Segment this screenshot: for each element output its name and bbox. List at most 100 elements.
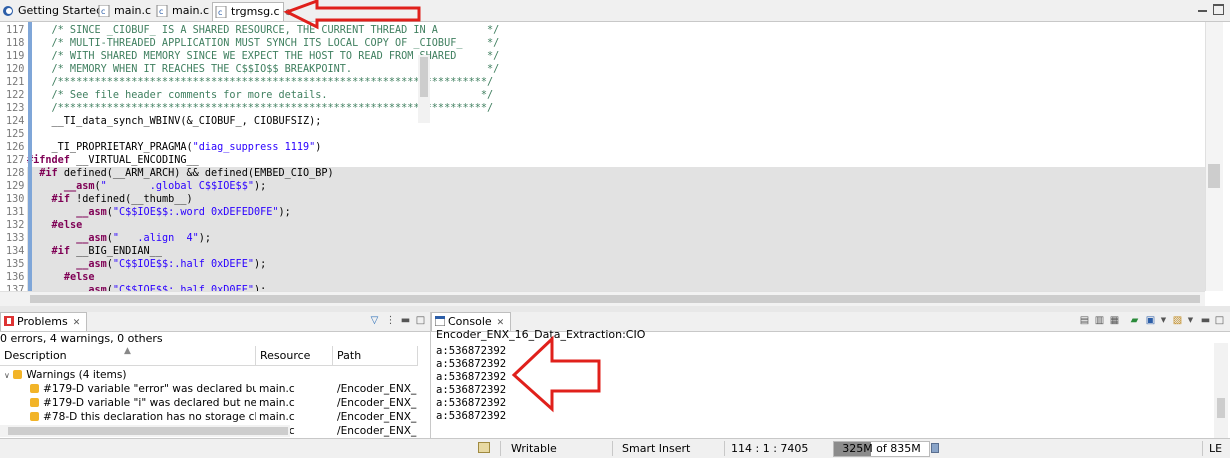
problem-path: /Encoder_ENX_16_I (337, 411, 417, 423)
tab-main-c-1[interactable]: c main.c (96, 2, 154, 21)
problems-header: Problems ✕ ▽ ⋮ ▬ □ (0, 312, 430, 332)
editor-window-controls (1198, 4, 1228, 16)
code-line[interactable]: #else (27, 219, 1205, 232)
writable-status: Writable (511, 442, 557, 455)
problem-description[interactable]: #78-D this declaration has no storage cl… (30, 410, 256, 424)
editor-tab-bar: Getting Started c main.c c main.c c trgm… (0, 0, 1230, 22)
close-icon[interactable]: ✕ (497, 318, 505, 328)
column-header-resource[interactable]: Resource (256, 346, 333, 366)
status-bar: Writable Smart Insert 114 : 1 : 7405 LE (0, 438, 1230, 458)
code-line[interactable]: __TI_data_synch_WBINV(&_CIOBUF_, CIOBUFS… (27, 115, 1205, 128)
status-icon (478, 442, 490, 453)
svg-text:c: c (159, 7, 163, 16)
problems-view: Problems ✕ ▽ ⋮ ▬ □ 0 errors, 4 warnings, … (0, 312, 431, 438)
console-line: a:536872392 (436, 358, 507, 370)
warning-icon (30, 412, 39, 421)
warning-icon (30, 398, 39, 407)
editor-horizontal-scrollbar[interactable] (0, 291, 1205, 306)
problem-path: /Encoder_ENX_16_I (337, 425, 417, 437)
scroll-lock-icon[interactable]: ▥ (1094, 315, 1105, 326)
column-header-description[interactable]: Description ▲ (0, 346, 256, 366)
problems-vertical-scrollbar[interactable] (418, 55, 430, 123)
heap-status[interactable]: 325M of 835M (833, 441, 930, 457)
tab-label: Getting Started (18, 4, 104, 17)
column-header-path[interactable]: Path (333, 346, 418, 366)
svg-text:c: c (218, 8, 222, 17)
scrollbar-thumb[interactable] (420, 57, 428, 97)
maximize-icon[interactable]: □ (415, 315, 426, 326)
scrollbar-thumb[interactable] (1208, 164, 1220, 188)
garbage-collect-icon[interactable] (931, 443, 939, 453)
code-line[interactable]: /* WITH SHARED MEMORY SINCE WE EXPECT TH… (27, 50, 1205, 63)
code-line[interactable]: /***************************************… (27, 102, 1205, 115)
tab-label: Problems (17, 315, 68, 328)
heap-label: 325M of 835M (842, 442, 921, 455)
minimize-icon[interactable]: ▬ (400, 315, 411, 326)
console-icon (435, 316, 445, 326)
line-ending-status: LE (1209, 442, 1223, 455)
chevron-down-icon[interactable]: ∨ (4, 371, 10, 380)
word-wrap-icon[interactable]: ▦ (1109, 315, 1120, 326)
warning-icon (13, 370, 23, 379)
code-line[interactable]: #ifndef __VIRTUAL_ENCODING__ (27, 154, 1205, 167)
code-line[interactable]: /* MEMORY WHEN IT REACHES THE C$$IO$$ BR… (27, 63, 1205, 76)
tab-label: trgmsg.c (231, 5, 280, 18)
chevron-down-icon[interactable]: ▼ (1158, 315, 1169, 326)
editor-vertical-scrollbar[interactable] (1205, 22, 1223, 291)
maximize-icon[interactable] (1213, 4, 1224, 15)
annotation-arrow-tab (283, 0, 421, 30)
problems-summary: 0 errors, 4 warnings, 0 others (0, 332, 163, 345)
display-console-icon[interactable]: ▣ (1145, 315, 1156, 326)
scrollbar-thumb[interactable] (8, 427, 288, 435)
code-line[interactable]: __asm("C$$IOE$$:.word 0xDEFED0FE"); (27, 206, 1205, 219)
problem-description[interactable]: #179-D variable "error" was declared but… (30, 382, 256, 396)
code-line[interactable]: /***************************************… (27, 76, 1205, 89)
code-line[interactable]: __asm(" .global C$$IOE$$"); (27, 180, 1205, 193)
code-line[interactable]: /* SINCE _CIOBUF_ IS A SHARED RESOURCE, … (27, 24, 1205, 37)
code-line[interactable]: #if !defined(__thumb__) (27, 193, 1205, 206)
c-file-icon: c (98, 5, 110, 17)
warnings-group[interactable]: ∨ Warnings (4 items) (4, 368, 254, 382)
pin-console-icon[interactable]: ▰ (1129, 315, 1140, 326)
view-menu-icon[interactable]: ⋮ (385, 315, 396, 326)
code-line[interactable]: __asm("C$$IOE$$:.half 0xDEFE"); (27, 258, 1205, 271)
code-line[interactable]: /* MULTI-THREADED APPLICATION MUST SYNCH… (27, 37, 1205, 50)
problem-description[interactable]: #179-D variable "i" was declared but nev… (30, 396, 256, 410)
tab-label: Console (448, 315, 492, 328)
clear-console-icon[interactable]: ▤ (1079, 315, 1090, 326)
problem-path: /Encoder_ENX_16_I (337, 383, 417, 395)
problem-resource: main.c (259, 383, 295, 395)
code-line[interactable]: __asm("C$$IOE$$:.half 0xD0FE"); (27, 284, 1205, 291)
problem-path: /Encoder_ENX_16_I (337, 397, 417, 409)
close-icon[interactable]: ✕ (73, 318, 81, 328)
tab-getting-started[interactable]: Getting Started (0, 2, 103, 21)
problem-resource: main.c (259, 397, 295, 409)
code-line[interactable]: #if defined(__ARM_ARCH) && defined(EMBED… (27, 167, 1205, 180)
console-vertical-scrollbar[interactable] (1214, 343, 1228, 438)
code-line[interactable] (27, 128, 1205, 141)
tab-problems[interactable]: Problems ✕ (0, 312, 88, 331)
minimize-icon[interactable] (1198, 10, 1207, 12)
chevron-down-icon[interactable]: ▼ (1185, 315, 1196, 326)
change-ruler (28, 22, 32, 291)
code-line[interactable]: /* See file header comments for more det… (27, 89, 1205, 102)
console-line: a:536872392 (436, 397, 507, 409)
code-line[interactable]: #if __BIG_ENDIAN__ (27, 245, 1205, 258)
console-line: a:536872392 (436, 384, 507, 396)
open-console-icon[interactable]: ▧ (1172, 315, 1183, 326)
cursor-position: 114 : 1 : 7405 (731, 442, 809, 455)
code-line[interactable]: #else (27, 271, 1205, 284)
problems-horizontal-scrollbar[interactable] (0, 425, 290, 437)
filter-icon[interactable]: ▽ (369, 315, 380, 326)
minimize-icon[interactable]: ▬ (1200, 315, 1211, 326)
tab-trgmsg-c[interactable]: c trgmsg.c ⊗ (212, 2, 292, 21)
tab-main-c-2[interactable]: c main.c (154, 2, 212, 21)
scrollbar-thumb[interactable] (30, 295, 1200, 303)
scrollbar-thumb[interactable] (1217, 398, 1225, 418)
code-line[interactable]: _TI_PROPRIETARY_PRAGMA("diag_suppress 11… (27, 141, 1205, 154)
code-line[interactable]: __asm(" .align 4"); (27, 232, 1205, 245)
c-file-icon: c (156, 5, 168, 17)
maximize-icon[interactable]: □ (1214, 315, 1225, 326)
console-line: a:536872392 (436, 410, 507, 422)
code-editor[interactable]: 117 /* SINCE _CIOBUF_ IS A SHARED RESOUR… (0, 22, 1230, 291)
